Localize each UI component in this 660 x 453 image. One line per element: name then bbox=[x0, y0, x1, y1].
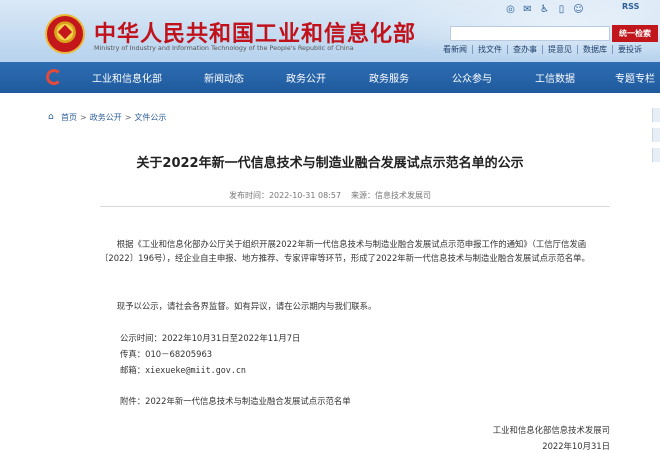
fax-label: 传真： bbox=[120, 349, 146, 359]
breadcrumb-home-icon: ⌂ bbox=[48, 112, 54, 122]
email-value[interactable]: xiexueke@miit.gov.cn bbox=[145, 365, 246, 375]
weibo-icon[interactable]: ◎ bbox=[505, 4, 516, 15]
notice-period: 公示时间：2022年10月31日至2022年11月7日 bbox=[120, 333, 301, 343]
signature-date: 2022年10月31日 bbox=[542, 441, 610, 451]
breadcrumb-home[interactable]: 首页 bbox=[61, 112, 77, 123]
nav-item-gov-affairs[interactable]: 政务公开 bbox=[286, 70, 326, 85]
quick-link-files[interactable]: 找文件 bbox=[472, 45, 507, 54]
top-toolbar-icons: ◎ ✉ ♿ ▯ ☺ bbox=[505, 2, 584, 16]
nav-item-data[interactable]: 工信数据 bbox=[535, 70, 575, 85]
email-line: 邮箱：xiexueke@miit.gov.cn bbox=[120, 364, 246, 376]
quick-link-feedback[interactable]: 提意见 bbox=[542, 45, 577, 54]
article-meta: 发布时间：2022-10-31 08:57 来源：信息技术发展司 bbox=[0, 190, 660, 201]
site-header: 中华人民共和国工业和信息化部 Ministry of Industry and … bbox=[0, 0, 660, 93]
mobile-icon[interactable]: ▯ bbox=[556, 4, 567, 15]
search-input[interactable] bbox=[450, 26, 610, 41]
quick-link-services[interactable]: 查办事 bbox=[507, 45, 542, 54]
signature-org: 工业和信息化部信息技术发展司 bbox=[492, 425, 610, 435]
nav-item-gov-services[interactable]: 政务服务 bbox=[369, 70, 409, 85]
article-title: 关于2022年新一代信息技术与制造业融合发展试点示范名单的公示 bbox=[136, 156, 524, 171]
quick-link-news[interactable]: 看新闻 bbox=[443, 45, 472, 54]
article-paragraph-intro: 根据《工业和信息化部办公厅关于组织开展2022年新一代信息技术与制造业融合发展试… bbox=[100, 239, 590, 263]
site-subtitle: Ministry of Industry and Information Tec… bbox=[94, 44, 354, 52]
national-emblem-icon[interactable] bbox=[45, 14, 85, 54]
wechat-icon[interactable]: ✉ bbox=[522, 4, 533, 15]
home-icon[interactable] bbox=[46, 69, 62, 85]
article-paragraph-notice: 现予以公示，请社会各界监督。如有异议，请在公示期内与我们联系。 bbox=[116, 301, 377, 311]
accessibility-icon[interactable]: ♿ bbox=[539, 4, 550, 15]
nav-item-topics[interactable]: 专题专栏 bbox=[615, 70, 655, 85]
quick-link-database[interactable]: 数据库 bbox=[577, 45, 612, 54]
breadcrumb: ⌂ 首页 > 政务公开 > 文件公示 bbox=[48, 112, 166, 123]
nav-item-public[interactable]: 公众参与 bbox=[452, 70, 492, 85]
fax-line: 传真：010－68205963 bbox=[120, 348, 212, 360]
email-label: 邮箱： bbox=[120, 365, 146, 375]
article-source: 来源：信息技术发展司 bbox=[351, 191, 432, 200]
side-tool-button[interactable] bbox=[652, 108, 660, 122]
search-button[interactable]: 统一检索 bbox=[612, 25, 658, 42]
meta-divider bbox=[100, 206, 610, 207]
quick-links: 看新闻 找文件 查办事 提意见 数据库 要投诉 bbox=[443, 45, 647, 54]
breadcrumb-separator: > bbox=[124, 113, 132, 122]
attachment-link[interactable]: 附件：2022年新一代信息技术与制造业融合发展试点示范名单 bbox=[120, 395, 351, 407]
main-nav: 工业和信息化部 新闻动态 政务公开 政务服务 公众参与 工信数据 专题专栏 bbox=[0, 62, 660, 93]
nav-item-ministry[interactable]: 工业和信息化部 bbox=[92, 70, 162, 85]
side-tool-button[interactable] bbox=[652, 128, 660, 142]
quick-link-complaint[interactable]: 要投诉 bbox=[612, 45, 647, 54]
right-side-toolbar bbox=[652, 108, 660, 453]
rss-link[interactable]: RSS bbox=[622, 2, 639, 11]
publish-time: 发布时间：2022-10-31 08:57 bbox=[228, 191, 342, 200]
nav-item-news[interactable]: 新闻动态 bbox=[204, 70, 244, 85]
elder-mode-icon[interactable]: ☺ bbox=[573, 4, 584, 15]
side-tool-button[interactable] bbox=[652, 148, 660, 162]
breadcrumb-gov-affairs[interactable]: 政务公开 bbox=[90, 112, 122, 123]
fax-value: 010－68205963 bbox=[145, 349, 213, 359]
breadcrumb-separator: > bbox=[80, 113, 87, 122]
breadcrumb-file-notice[interactable]: 文件公示 bbox=[134, 112, 166, 123]
